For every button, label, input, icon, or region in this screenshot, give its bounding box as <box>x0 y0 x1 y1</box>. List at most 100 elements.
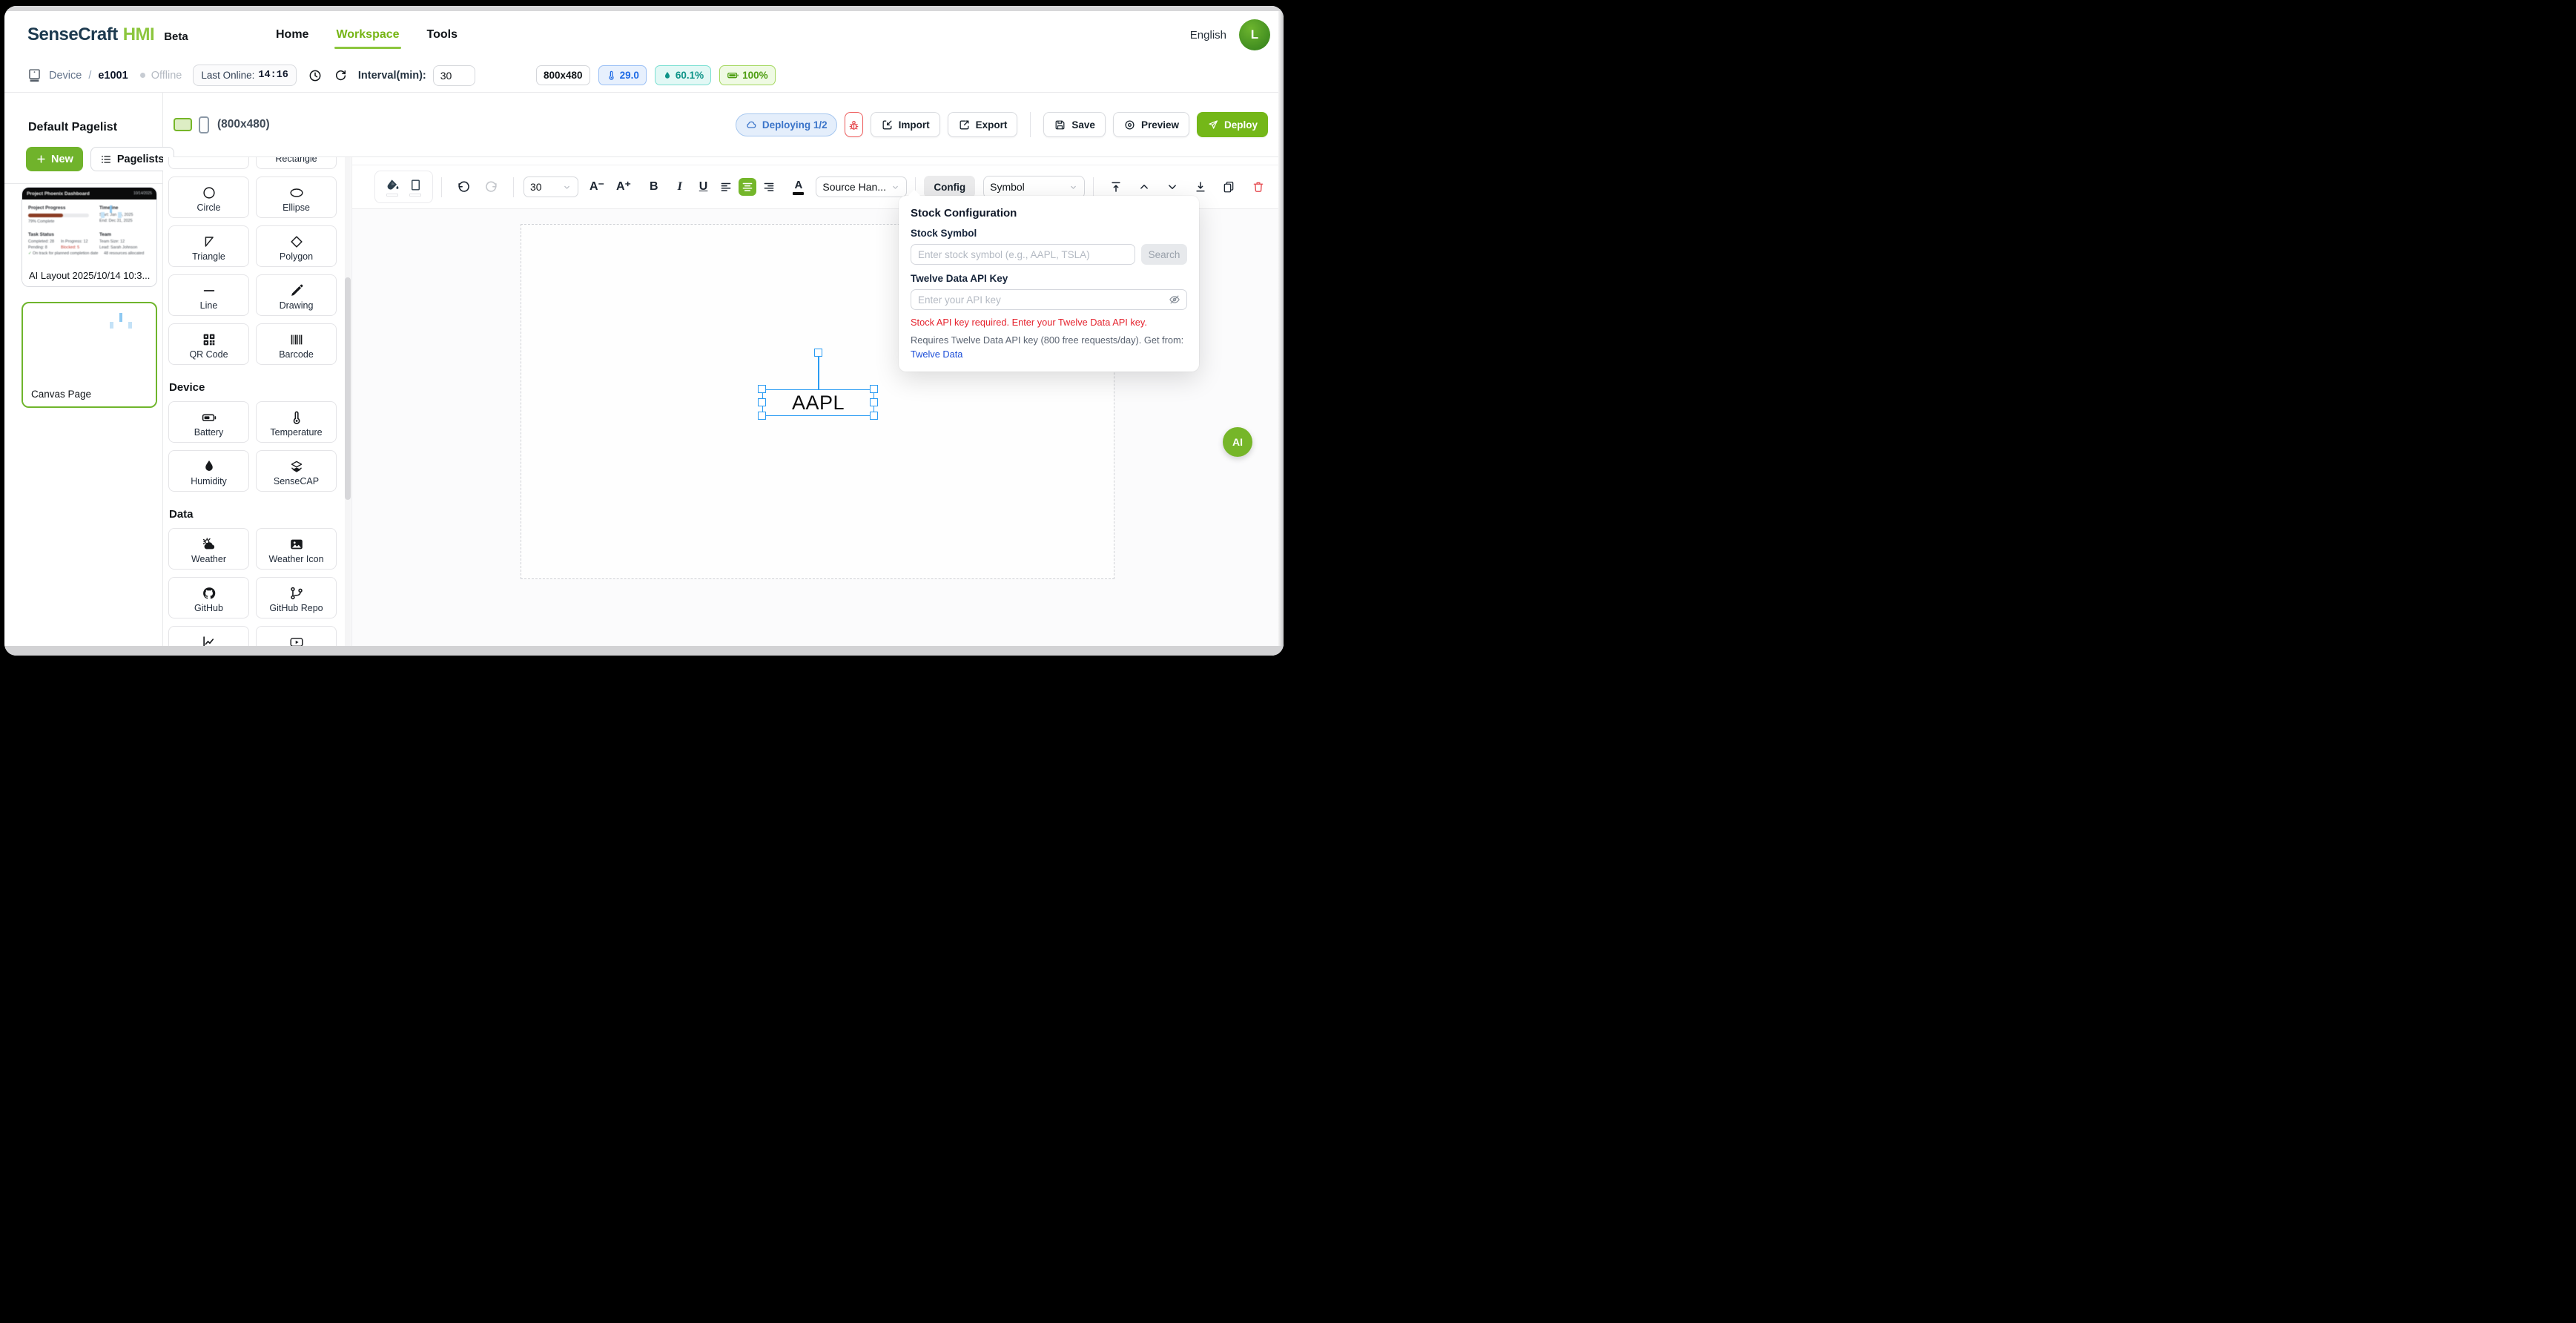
widget-tile-circle[interactable]: Circle <box>168 176 249 218</box>
thumbnail-preview: Project Progress 79% Complete Timeline S… <box>22 199 156 265</box>
search-button[interactable]: Search <box>1141 244 1187 265</box>
rotate-handle[interactable] <box>814 349 822 357</box>
copy-icon <box>1223 181 1234 193</box>
stock-configuration-popup: Stock Configuration Stock Symbol Search … <box>899 196 1199 372</box>
toggle-visibility-button[interactable] <box>1168 293 1181 310</box>
widget-tile-label: Circle <box>196 202 221 213</box>
widget-tile-label: Line <box>199 300 218 311</box>
widget-tile-weather-icon[interactable]: Weather Icon <box>256 528 337 570</box>
widget-tile-polygon[interactable]: Polygon <box>256 225 337 267</box>
widget-tile-triangle[interactable]: Triangle <box>168 225 249 267</box>
font-family-select[interactable]: Source Han... <box>816 176 908 197</box>
font-family-value: Source Han... <box>822 181 886 193</box>
widget-tile-weather[interactable]: Weather <box>168 528 249 570</box>
widget-tile-label: Barcode <box>279 349 314 360</box>
breadcrumb[interactable]: Device <box>49 70 82 82</box>
nav-home[interactable]: Home <box>276 28 308 42</box>
canvas-resolution-label: (800x480) <box>217 118 270 131</box>
widget-tile-github[interactable]: GitHub <box>168 577 249 618</box>
italic-button[interactable]: I <box>678 181 682 193</box>
image-icon <box>290 539 303 549</box>
duplicate-button[interactable] <box>1222 180 1235 194</box>
align-center-button[interactable] <box>739 178 757 196</box>
resize-handle-bottom-left[interactable] <box>758 412 766 420</box>
align-right-icon <box>764 182 774 191</box>
chevron-down-icon <box>893 185 899 189</box>
section-header-data: Data <box>169 508 194 521</box>
config-button[interactable]: Config <box>924 176 976 198</box>
delete-button[interactable] <box>1252 180 1265 194</box>
export-button[interactable]: Export <box>947 112 1018 137</box>
widget-tile-label: GitHub Repo <box>269 602 323 613</box>
pagelists-button[interactable]: Pagelists <box>90 147 174 171</box>
debug-button[interactable] <box>844 112 863 137</box>
widget-tile-sensecap[interactable]: SenseCAP <box>256 450 337 492</box>
portrait-orientation-icon[interactable] <box>199 116 209 133</box>
language-selector[interactable]: English <box>1190 29 1226 42</box>
move-up-button[interactable] <box>1137 180 1151 194</box>
resize-handle-bottom-right[interactable] <box>870 412 878 420</box>
font-size-select[interactable]: 30 <box>524 176 578 197</box>
import-button[interactable]: Import <box>870 112 940 137</box>
clock-icon[interactable] <box>308 68 323 83</box>
bring-to-front-button[interactable] <box>1109 180 1123 194</box>
underline-button[interactable]: U <box>699 181 708 193</box>
thumbnail-header-date: 10/14/2025 <box>133 191 152 196</box>
panel-scrollbar-thumb[interactable] <box>345 277 351 500</box>
page-thumbnail-canvas-page[interactable]: Canvas Page <box>22 302 157 408</box>
text-color-button[interactable]: A <box>793 179 805 195</box>
resize-handle-top-left[interactable] <box>758 385 766 393</box>
undo-button[interactable] <box>457 180 471 194</box>
widget-tile-temperature[interactable]: Temperature <box>256 401 337 443</box>
widget-tile-humidity[interactable]: Humidity <box>168 450 249 492</box>
send-to-back-button[interactable] <box>1194 180 1207 194</box>
deploy-button[interactable]: Deploy <box>1196 112 1268 137</box>
font-smaller-button[interactable]: A⁻ <box>589 181 604 193</box>
stock-symbol-label: Stock Symbol <box>911 228 977 239</box>
widget-tile-barcode[interactable]: Barcode <box>256 323 337 365</box>
thumb-progress-bar <box>28 214 89 217</box>
align-right-button[interactable] <box>760 178 778 196</box>
resize-handle-mid-right[interactable] <box>870 398 878 406</box>
move-down-button[interactable] <box>1166 180 1179 194</box>
widget-tile-github-repo[interactable]: GitHub Repo <box>256 577 337 618</box>
last-online-chip[interactable]: Last Online: 14:16 <box>193 65 297 86</box>
save-button[interactable]: Save <box>1043 112 1106 137</box>
symbol-select[interactable]: Symbol <box>983 175 1086 199</box>
bold-button[interactable]: B <box>650 181 658 193</box>
widget-tile-drawing[interactable]: Drawing <box>256 274 337 316</box>
page-thumbnail-ai-layout[interactable]: Project Phoenix Dashboard 10/14/2025 Pro… <box>22 187 157 287</box>
stock-symbol-input[interactable] <box>911 244 1135 265</box>
widget-tile-ellipse[interactable]: Ellipse <box>256 176 337 218</box>
twelve-data-link[interactable]: Twelve Data <box>911 349 962 360</box>
nav-workspace[interactable]: Workspace <box>334 28 401 49</box>
eye-slash-icon <box>1169 295 1180 304</box>
thumbnail-header-title: Project Phoenix Dashboard <box>27 191 90 197</box>
refresh-icon[interactable] <box>334 68 348 82</box>
stock-symbol-element[interactable]: AAPL <box>762 389 874 416</box>
fill-color-button[interactable] <box>386 178 400 197</box>
widget-tile-line[interactable]: Line <box>168 274 249 316</box>
deploying-status-pill[interactable]: Deploying 1/2 <box>735 113 837 136</box>
widget-tile-battery[interactable]: Battery <box>168 401 249 443</box>
popup-title: Stock Configuration <box>911 207 1017 220</box>
nav-tools[interactable]: Tools <box>427 28 458 42</box>
landscape-orientation-icon[interactable] <box>174 118 192 131</box>
align-left-button[interactable] <box>717 178 735 196</box>
thumbnail-header: Project Phoenix Dashboard 10/14/2025 <box>22 188 156 199</box>
new-page-button[interactable]: New <box>26 147 83 171</box>
stroke-color-button[interactable] <box>409 178 423 197</box>
widget-tile-cropped[interactable] <box>168 157 249 169</box>
api-key-input[interactable] <box>911 289 1187 310</box>
window-bottom-scrollbar[interactable] <box>4 646 1284 656</box>
widget-tile-rectangle[interactable]: Rectangle <box>256 157 337 169</box>
avatar[interactable]: L <box>1239 19 1270 50</box>
preview-button[interactable]: Preview <box>1112 112 1189 137</box>
ai-assistant-button[interactable]: AI <box>1223 427 1252 457</box>
redo-button[interactable] <box>484 180 498 194</box>
resize-handle-mid-left[interactable] <box>758 398 766 406</box>
interval-input[interactable] <box>432 65 475 86</box>
widget-tile-qrcode[interactable]: QR Code <box>168 323 249 365</box>
font-larger-button[interactable]: A⁺ <box>616 181 631 193</box>
resize-handle-top-right[interactable] <box>870 385 878 393</box>
